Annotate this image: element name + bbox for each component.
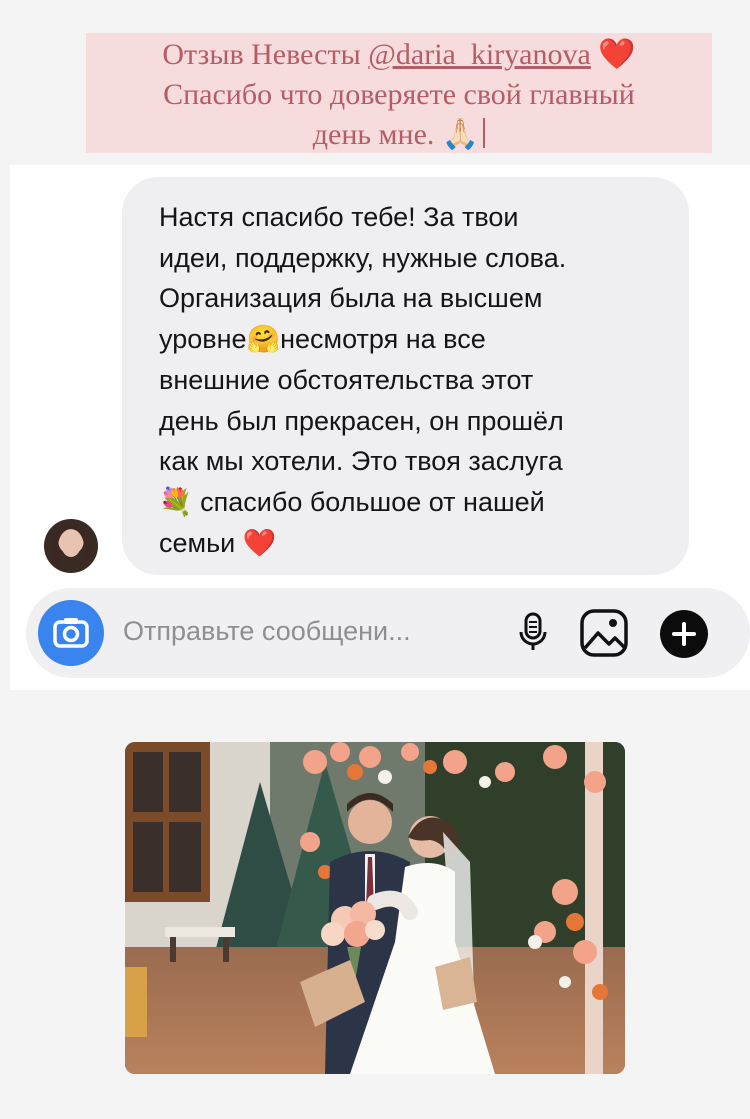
microphone-icon[interactable] (509, 608, 557, 656)
caption-line-3-text: день мне. (312, 118, 435, 151)
hugging-face-emoji: 🤗 (246, 323, 281, 355)
caption-prefix: Отзыв Невесты (162, 38, 369, 71)
message-line: Настя спасибо тебе! За твои (159, 202, 519, 232)
message-line: как мы хотели. Это твоя заслуга (159, 446, 563, 476)
gallery-icon[interactable] (579, 608, 629, 658)
bouquet-emoji: 💐 (159, 486, 193, 518)
message-line: день был прекрасен, он прошёл (159, 405, 564, 436)
heart-emoji: ❤️ (242, 528, 277, 559)
message-line: семьи ❤️ (159, 523, 659, 565)
mention-link[interactable]: @daria_kiryanova (368, 38, 591, 71)
avatar[interactable] (44, 519, 98, 573)
caption-line-2: Спасибо что доверяете свой главный (163, 78, 635, 111)
text-cursor (483, 118, 486, 148)
chat-screenshot: Настя спасибо тебе! За твои идеи, поддер… (10, 165, 750, 690)
message-input[interactable]: Отправьте сообщени... (123, 616, 411, 647)
message-text: Настя спасибо тебе! За твои идеи, поддер… (159, 197, 659, 565)
camera-button[interactable] (38, 600, 104, 666)
message-fragment: уровне (159, 323, 247, 354)
message-fragment: спасибо большое от нашей (200, 486, 545, 517)
message-bubble[interactable]: Настя спасибо тебе! За твои идеи, поддер… (122, 177, 689, 575)
caption-line-1: Отзыв Невесты @daria_kiryanova ❤️ (86, 35, 712, 75)
camera-icon (53, 618, 89, 648)
wedding-photo-illustration (125, 742, 625, 1074)
avatar-face (61, 531, 81, 557)
message-line: внешние обстоятельства этот (159, 365, 534, 395)
plus-icon (672, 622, 696, 646)
add-button[interactable] (660, 610, 708, 658)
message-line: уровне🤗несмотря на все (159, 319, 659, 361)
message-line: идеи, поддержку, нужные слова. (159, 242, 567, 273)
message-line: 💐 спасибо большое от нашей (159, 482, 659, 524)
message-composer: Отправьте сообщени... (26, 588, 750, 678)
message-fragment: семьи (159, 528, 236, 558)
praying-hands-emoji: 🙏🏻 (441, 117, 480, 152)
caption-line-3: день мне. 🙏🏻 (86, 115, 712, 155)
story-caption: Отзыв Невесты @daria_kiryanova ❤️ Спасиб… (86, 33, 712, 153)
message-line: Организация была на высшем (159, 283, 543, 313)
wedding-photo (125, 742, 625, 1074)
message-fragment: несмотря на все (280, 323, 486, 354)
heart-emoji: ❤️ (598, 37, 636, 72)
